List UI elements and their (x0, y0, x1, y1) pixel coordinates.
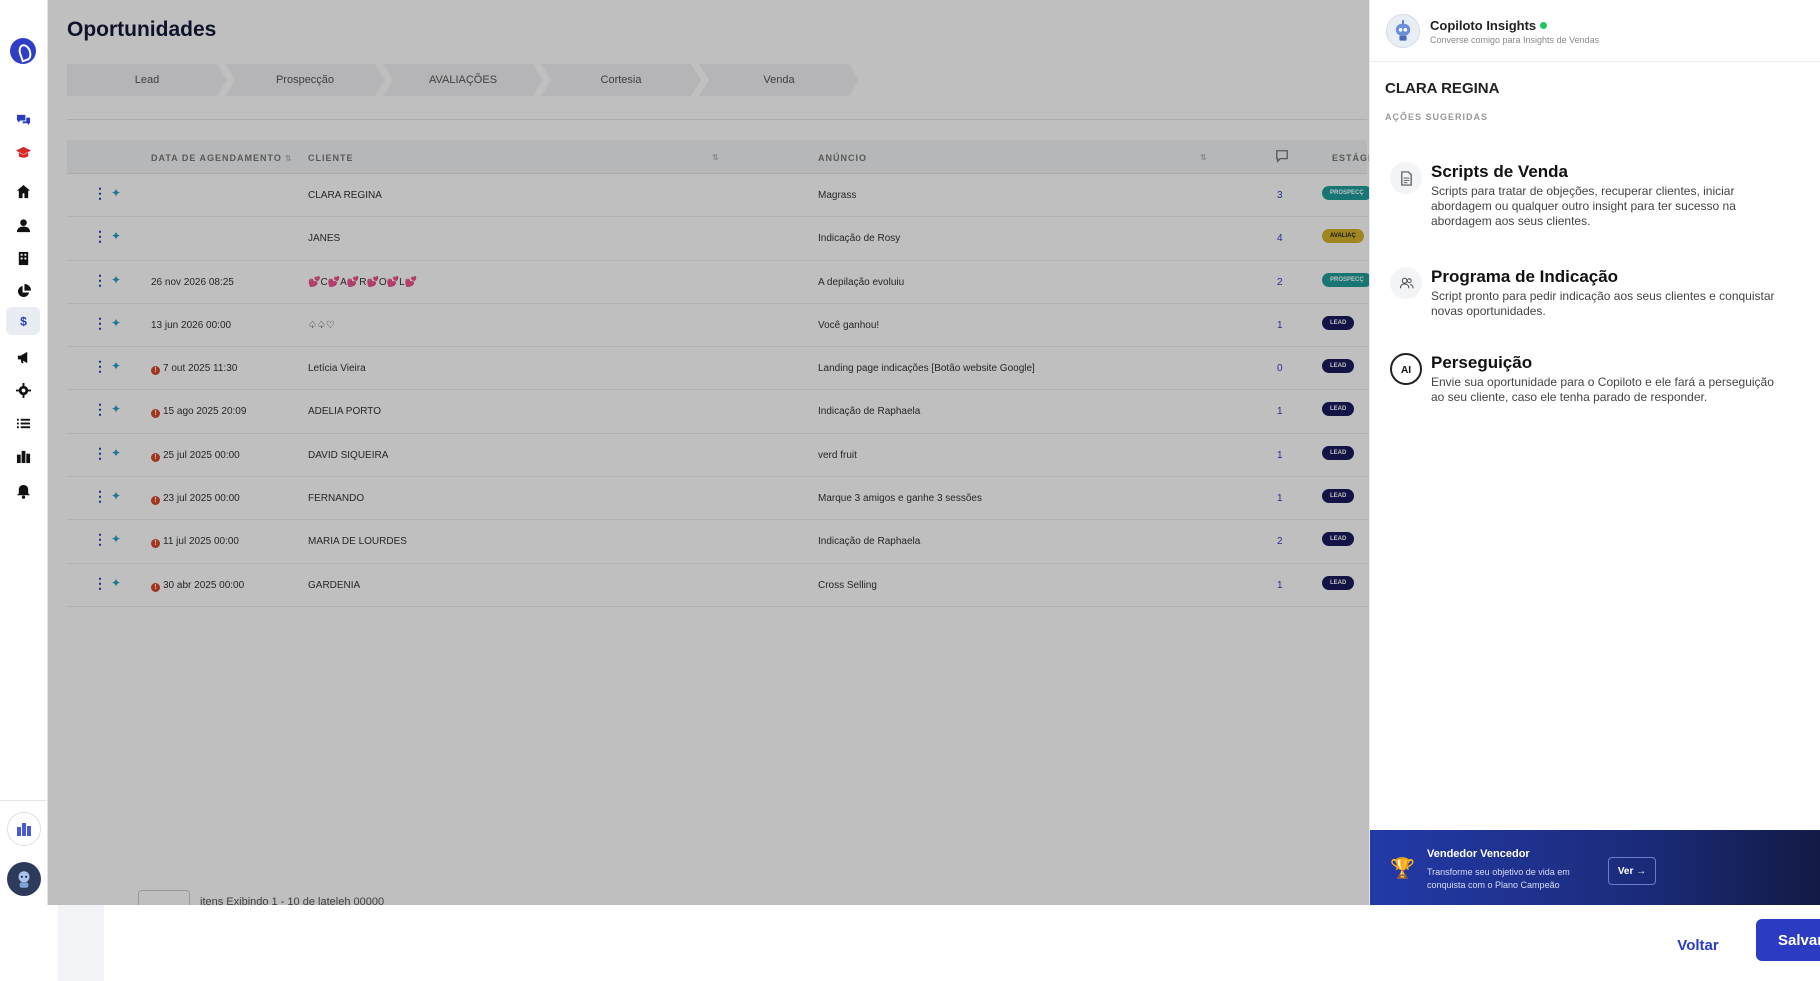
megaphone-icon[interactable] (10, 346, 36, 368)
svg-text:$: $ (20, 314, 27, 328)
client-name: CLARA REGINA (1385, 80, 1500, 97)
company-icon[interactable] (7, 812, 41, 846)
chat-icon[interactable] (10, 108, 36, 130)
panel-title: Copiloto Insights (1430, 18, 1548, 33)
copilot-panel: Copiloto Insights Converse comigo para I… (1369, 0, 1820, 905)
city-icon[interactable] (10, 445, 36, 467)
save-button[interactable]: Salvar (1756, 919, 1820, 961)
action-description: Script pronto para pedir indicação aos s… (1431, 289, 1775, 318)
action-description: Envie sua oportunidade para o Copiloto e… (1431, 375, 1774, 404)
ai-chat-icon: AI (1390, 353, 1422, 385)
robot-avatar-icon (1386, 14, 1420, 48)
online-status-icon (1540, 22, 1548, 29)
modal-overlay[interactable] (48, 0, 1369, 905)
panel-header: Copiloto Insights Converse comigo para I… (1370, 0, 1820, 62)
action-title: Perseguição (1431, 353, 1533, 372)
sidebar-divider (0, 800, 48, 801)
building-icon[interactable] (10, 247, 36, 269)
footer-left-strip (58, 905, 104, 981)
action-title: Scripts de Venda (1431, 162, 1568, 181)
trophy-icon: 🏆 (1390, 858, 1415, 880)
graduation-cap-icon[interactable] (10, 141, 36, 163)
promo-description: Transforme seu objetivo de vida em conqu… (1427, 867, 1570, 890)
home-icon[interactable] (10, 180, 36, 202)
footer-bar: Voltar Salvar (0, 905, 1820, 981)
user-icon[interactable] (10, 214, 36, 236)
back-button[interactable]: Voltar (1655, 929, 1741, 961)
promo-title: Vendedor Vencedor (1427, 848, 1530, 860)
list-icon[interactable] (10, 412, 36, 434)
action-description: Scripts para tratar de objeções, recuper… (1431, 184, 1736, 228)
app-logo-icon[interactable] (10, 38, 36, 64)
actions-label: AÇÕES SUGERIDAS (1385, 112, 1489, 122)
document-icon (1390, 162, 1422, 194)
action-title: Programa de Indicação (1431, 267, 1619, 286)
panel-subtitle: Converse comigo para Insights de Vendas (1430, 35, 1600, 45)
panel-title-text: Copiloto Insights (1430, 18, 1537, 33)
bell-icon[interactable] (10, 480, 36, 502)
svg-text:AI: AI (1401, 365, 1411, 376)
promo-banner: 🏆 Vendedor Vencedor Transforme seu objet… (1370, 830, 1820, 905)
dollar-icon[interactable]: $ (6, 307, 40, 335)
users-icon (1390, 267, 1422, 299)
pie-chart-icon[interactable] (10, 280, 36, 302)
left-sidebar: $ (0, 0, 48, 905)
user-avatar[interactable] (7, 862, 41, 896)
gear-icon[interactable] (10, 379, 36, 401)
promo-see-button[interactable]: Ver → (1608, 857, 1656, 885)
